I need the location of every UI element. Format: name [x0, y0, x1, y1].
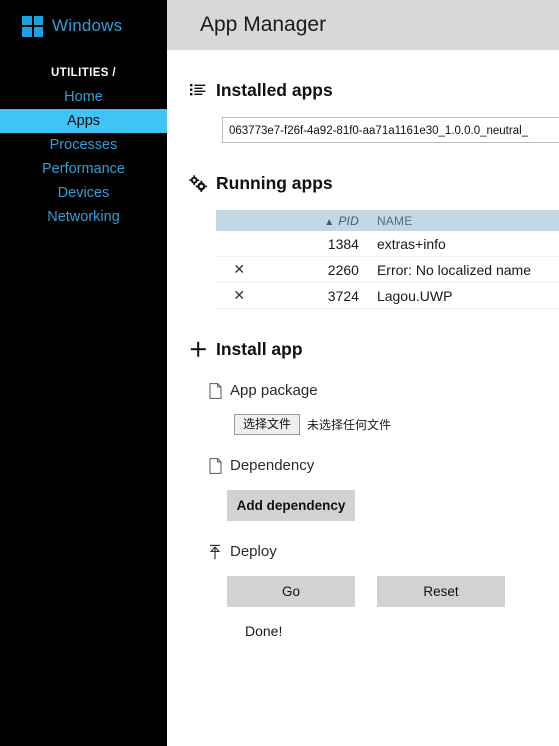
sidebar-nav: UTILITIES / Home Apps Processes Performa… — [0, 65, 167, 229]
install-app-header: Install app — [167, 339, 559, 360]
install-app-title: Install app — [216, 339, 303, 359]
sidebar: Windows UTILITIES / Home Apps Processes … — [0, 0, 167, 746]
close-app-button — [216, 231, 263, 257]
table-header: ▲ PID NAME — [216, 210, 559, 231]
app-package-file-row: 选择文件 未选择任何文件 — [167, 414, 559, 435]
choose-file-button[interactable]: 选择文件 — [234, 414, 301, 435]
main-panel: App Manager Installed apps 063773e7-f26f… — [167, 0, 559, 746]
go-button[interactable]: Go — [227, 576, 355, 607]
table-row: ✕ 3724 Lagou.UWP — [216, 282, 559, 309]
sort-ascending-icon: ▲ — [324, 216, 335, 228]
upload-arrow-icon — [207, 544, 223, 560]
sidebar-item-performance[interactable]: Performance — [0, 157, 167, 181]
installed-apps-header: Installed apps — [167, 80, 559, 101]
cell-pid: 2260 — [262, 256, 369, 283]
deploy-label: Deploy — [230, 543, 277, 560]
dependency-label: Dependency — [230, 457, 315, 474]
close-app-button[interactable]: ✕ — [216, 256, 263, 283]
table-row: ✕ 2260 Error: No localized name — [216, 256, 559, 283]
installed-apps-select-row: 063773e7-f26f-4a92-81f0-aa71a1161e30_1.0… — [167, 117, 559, 143]
plus-icon — [189, 341, 207, 359]
running-apps-table-wrap: ▲ PID NAME 1384 extras+info ✕ 2260 Error… — [167, 210, 559, 309]
app-package-label-row: App package — [167, 382, 559, 399]
brand-label: Windows — [52, 16, 123, 35]
page-header: App Manager — [167, 0, 559, 50]
app-manager-window: Windows UTILITIES / Home Apps Processes … — [0, 0, 559, 746]
dependency-button-row: Add dependency — [167, 490, 559, 521]
installed-apps-title: Installed apps — [216, 80, 333, 100]
app-package-label: App package — [230, 382, 318, 399]
file-icon — [207, 382, 223, 399]
column-header-close — [216, 210, 263, 231]
dependency-label-row: Dependency — [167, 457, 559, 474]
cell-name: Error: No localized name — [368, 256, 559, 283]
column-header-pid[interactable]: ▲ PID — [262, 210, 369, 231]
table-header-row: ▲ PID NAME — [216, 210, 559, 231]
file-status-text: 未选择任何文件 — [307, 418, 392, 432]
deploy-button-row: Go Reset — [167, 576, 559, 607]
brand: Windows — [0, 0, 167, 52]
cell-pid: 1384 — [262, 231, 369, 257]
column-header-pid-label: PID — [338, 213, 359, 228]
cell-pid: 3724 — [262, 282, 369, 309]
sidebar-item-processes[interactable]: Processes — [0, 133, 167, 157]
table-body: 1384 extras+info ✕ 2260 Error: No locali… — [216, 231, 559, 309]
sidebar-section-label: UTILITIES / — [50, 67, 117, 79]
installed-apps-select[interactable]: 063773e7-f26f-4a92-81f0-aa71a1161e30_1.0… — [222, 117, 559, 143]
sidebar-item-apps[interactable]: Apps — [0, 109, 167, 133]
sidebar-item-devices[interactable]: Devices — [0, 181, 167, 205]
running-apps-table: ▲ PID NAME 1384 extras+info ✕ 2260 Error… — [216, 210, 559, 309]
cell-name: Lagou.UWP — [368, 282, 559, 309]
running-apps-title: Running apps — [216, 173, 333, 193]
deploy-label-row: Deploy — [167, 543, 559, 560]
table-row: 1384 extras+info — [216, 231, 559, 257]
content-area: Installed apps 063773e7-f26f-4a92-81f0-a… — [167, 80, 559, 639]
deploy-status-text: Done! — [245, 623, 283, 639]
add-dependency-button[interactable]: Add dependency — [227, 490, 355, 521]
windows-logo-icon — [22, 15, 43, 37]
list-icon — [189, 82, 207, 100]
sidebar-item-networking[interactable]: Networking — [0, 205, 167, 229]
cell-name: extras+info — [368, 231, 559, 257]
sidebar-item-home[interactable]: Home — [0, 85, 167, 109]
page-title: App Manager — [200, 13, 327, 36]
column-header-name[interactable]: NAME — [368, 210, 559, 231]
close-app-button[interactable]: ✕ — [216, 282, 263, 309]
gears-icon — [189, 175, 207, 193]
file-icon — [207, 457, 223, 474]
running-apps-header: Running apps — [167, 173, 559, 194]
reset-button[interactable]: Reset — [377, 576, 505, 607]
